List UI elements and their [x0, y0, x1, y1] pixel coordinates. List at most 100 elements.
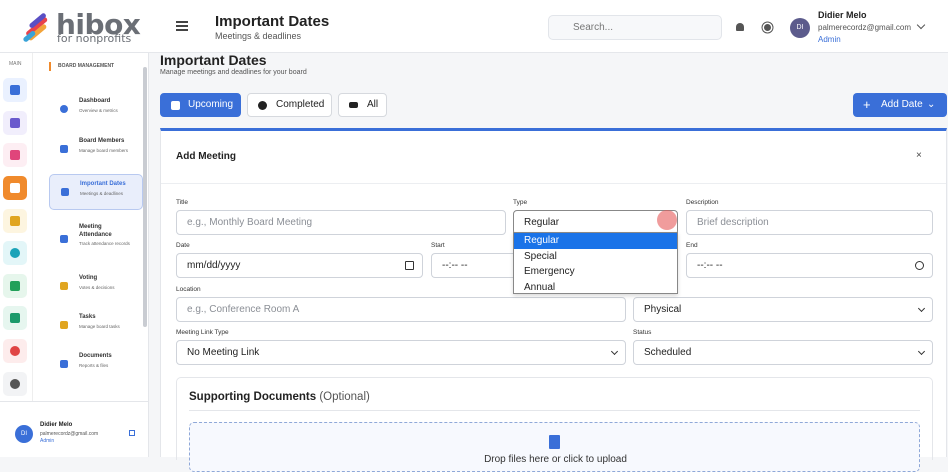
link-type-select[interactable]: No Meeting Link [176, 340, 626, 365]
tab-upcoming[interactable]: Upcoming [160, 93, 241, 117]
logo-tagline: for nonprofits [57, 32, 132, 45]
date-value: mm/dd/yyyy [187, 260, 241, 271]
search-input[interactable]: Search... [548, 15, 722, 40]
description-field[interactable]: Brief description [686, 210, 933, 235]
sidebar-item-desc: Meetings & deadlines [80, 191, 124, 196]
divider [189, 410, 920, 411]
supporting-documents-section: Supporting Documents (Optional) Drop fil… [176, 377, 933, 472]
footer-user-email: palmerecordz@gmail.com [40, 431, 99, 437]
bell-icon[interactable] [736, 23, 744, 31]
tab-label: Upcoming [188, 99, 234, 110]
dashboard-icon [60, 105, 68, 113]
clock-icon[interactable] [915, 261, 924, 270]
network-icon[interactable] [3, 274, 27, 298]
title-field[interactable]: e.g., Monthly Board Meeting [176, 210, 506, 235]
link-type-value: No Meeting Link [187, 347, 260, 358]
add-date-button[interactable]: + Add Date ⌄ [853, 93, 947, 117]
footer-user-name: Didier Melo [40, 422, 73, 428]
supporting-title-text: Supporting Documents [189, 391, 317, 403]
logo-mark-icon [23, 13, 48, 42]
sidebar-item-desc: Reports & files [79, 363, 109, 368]
piechart-icon[interactable] [3, 339, 27, 363]
external-link-icon[interactable] [129, 430, 135, 436]
theme-toggle-icon[interactable] [764, 24, 771, 31]
description-label: Description [686, 199, 719, 206]
type-option-special[interactable]: Special [514, 249, 677, 265]
modal-title: Add Meeting [176, 151, 236, 162]
attendance-icon [60, 235, 68, 243]
megaphone-icon[interactable] [3, 209, 27, 233]
end-time-value: --:-- -- [697, 260, 723, 271]
org-icon[interactable] [3, 111, 27, 135]
chevron-down-icon [917, 347, 926, 356]
globe-icon[interactable] [3, 241, 27, 265]
icon-rail: MAIN [0, 53, 33, 401]
sidebar-item-label: Dashboard [79, 98, 111, 104]
people-icon[interactable] [3, 306, 27, 330]
sidebar-item-desc: Track attendance records [79, 241, 130, 246]
end-label: End [686, 242, 698, 249]
type-option-regular[interactable]: Regular [514, 233, 677, 249]
sidebar-item-desc: Overview & metrics [79, 108, 118, 113]
sidebar-item-desc: Manage board tasks [79, 324, 120, 329]
top-header: hibox for nonprofits Important Dates Mee… [0, 0, 948, 53]
header-subtitle: Meetings & deadlines [215, 31, 302, 41]
tab-completed[interactable]: Completed [247, 93, 332, 117]
sidebar-item-voting[interactable]: Voting Votes & decisions [49, 269, 143, 305]
users-icon [60, 145, 68, 153]
chevron-down-icon: ⌄ [927, 99, 936, 110]
sidebar-item-label: Tasks [79, 314, 96, 320]
calendar-icon[interactable] [405, 261, 414, 270]
divider [161, 183, 946, 184]
sidebar-item-label: Important Dates [80, 181, 126, 187]
footer-user-role: Admin [40, 438, 55, 444]
close-icon[interactable]: × [916, 150, 922, 161]
chevron-down-icon [610, 347, 619, 356]
rail-label: MAIN [9, 61, 22, 67]
status-select[interactable]: Scheduled [633, 340, 933, 365]
upload-icon [549, 435, 560, 449]
format-select[interactable]: Physical [633, 297, 933, 322]
format-value: Physical [644, 304, 682, 315]
type-option-annual[interactable]: Annual [514, 280, 677, 296]
hibox-logo[interactable]: hibox for nonprofits [22, 8, 152, 45]
avatar[interactable]: DI [790, 18, 810, 38]
file-dropzone[interactable]: Drop files here or click to upload [189, 422, 920, 472]
start-label: Start [431, 242, 445, 249]
sidebar-item-important-dates[interactable]: Important Dates Meetings & deadlines [49, 174, 143, 210]
chevron-down-icon[interactable] [916, 20, 926, 30]
avatar[interactable]: DI [15, 425, 33, 443]
tab-label: Completed [276, 99, 325, 110]
handshake-icon[interactable] [3, 143, 27, 167]
menu-toggle-icon[interactable] [176, 21, 188, 31]
tab-all[interactable]: All [338, 93, 387, 117]
user-role: Admin [818, 35, 841, 44]
check-circle-icon [258, 101, 267, 110]
sidebar-item-documents[interactable]: Documents Reports & files [49, 347, 143, 383]
user-name: Didier Melo [818, 10, 867, 20]
gear-icon[interactable] [3, 372, 27, 396]
sidebar-user-footer: DI Didier Melo palmerecordz@gmail.com Ad… [0, 401, 149, 457]
list-icon [349, 102, 358, 108]
sidebar-item-dashboard[interactable]: Dashboard Overview & metrics [49, 92, 143, 128]
sidebar: BOARD MANAGEMENT Dashboard Overview & met… [33, 53, 149, 401]
sidebar-item-desc: Votes & decisions [79, 285, 115, 290]
sidebar-item-board-members[interactable]: Board Members Manage board members [49, 132, 143, 168]
sidebar-item-label: Documents [79, 353, 112, 359]
supporting-title: Supporting Documents (Optional) [189, 391, 370, 403]
date-field[interactable]: mm/dd/yyyy [176, 253, 423, 278]
end-time-field[interactable]: --:-- -- [686, 253, 933, 278]
document-icon [60, 360, 68, 368]
chevron-down-icon [917, 304, 926, 313]
sidebar-item-tasks[interactable]: Tasks Manage board tasks [49, 308, 143, 344]
page-title: Important Dates [160, 52, 267, 68]
start-time-field[interactable]: --:-- -- [431, 253, 513, 278]
calendar-icon[interactable] [3, 176, 27, 200]
sidebar-scrollbar[interactable] [143, 67, 147, 327]
add-meeting-modal: Add Meeting × Title e.g., Monthly Board … [160, 128, 947, 472]
sidebar-item-meeting-attendance[interactable]: Meeting Attendance Track attendance recor… [49, 217, 143, 261]
dropzone-text: Drop files here or click to upload [484, 454, 627, 465]
type-option-emergency[interactable]: Emergency [514, 264, 677, 280]
home-icon[interactable] [3, 78, 27, 102]
location-field[interactable]: e.g., Conference Room A [176, 297, 626, 322]
